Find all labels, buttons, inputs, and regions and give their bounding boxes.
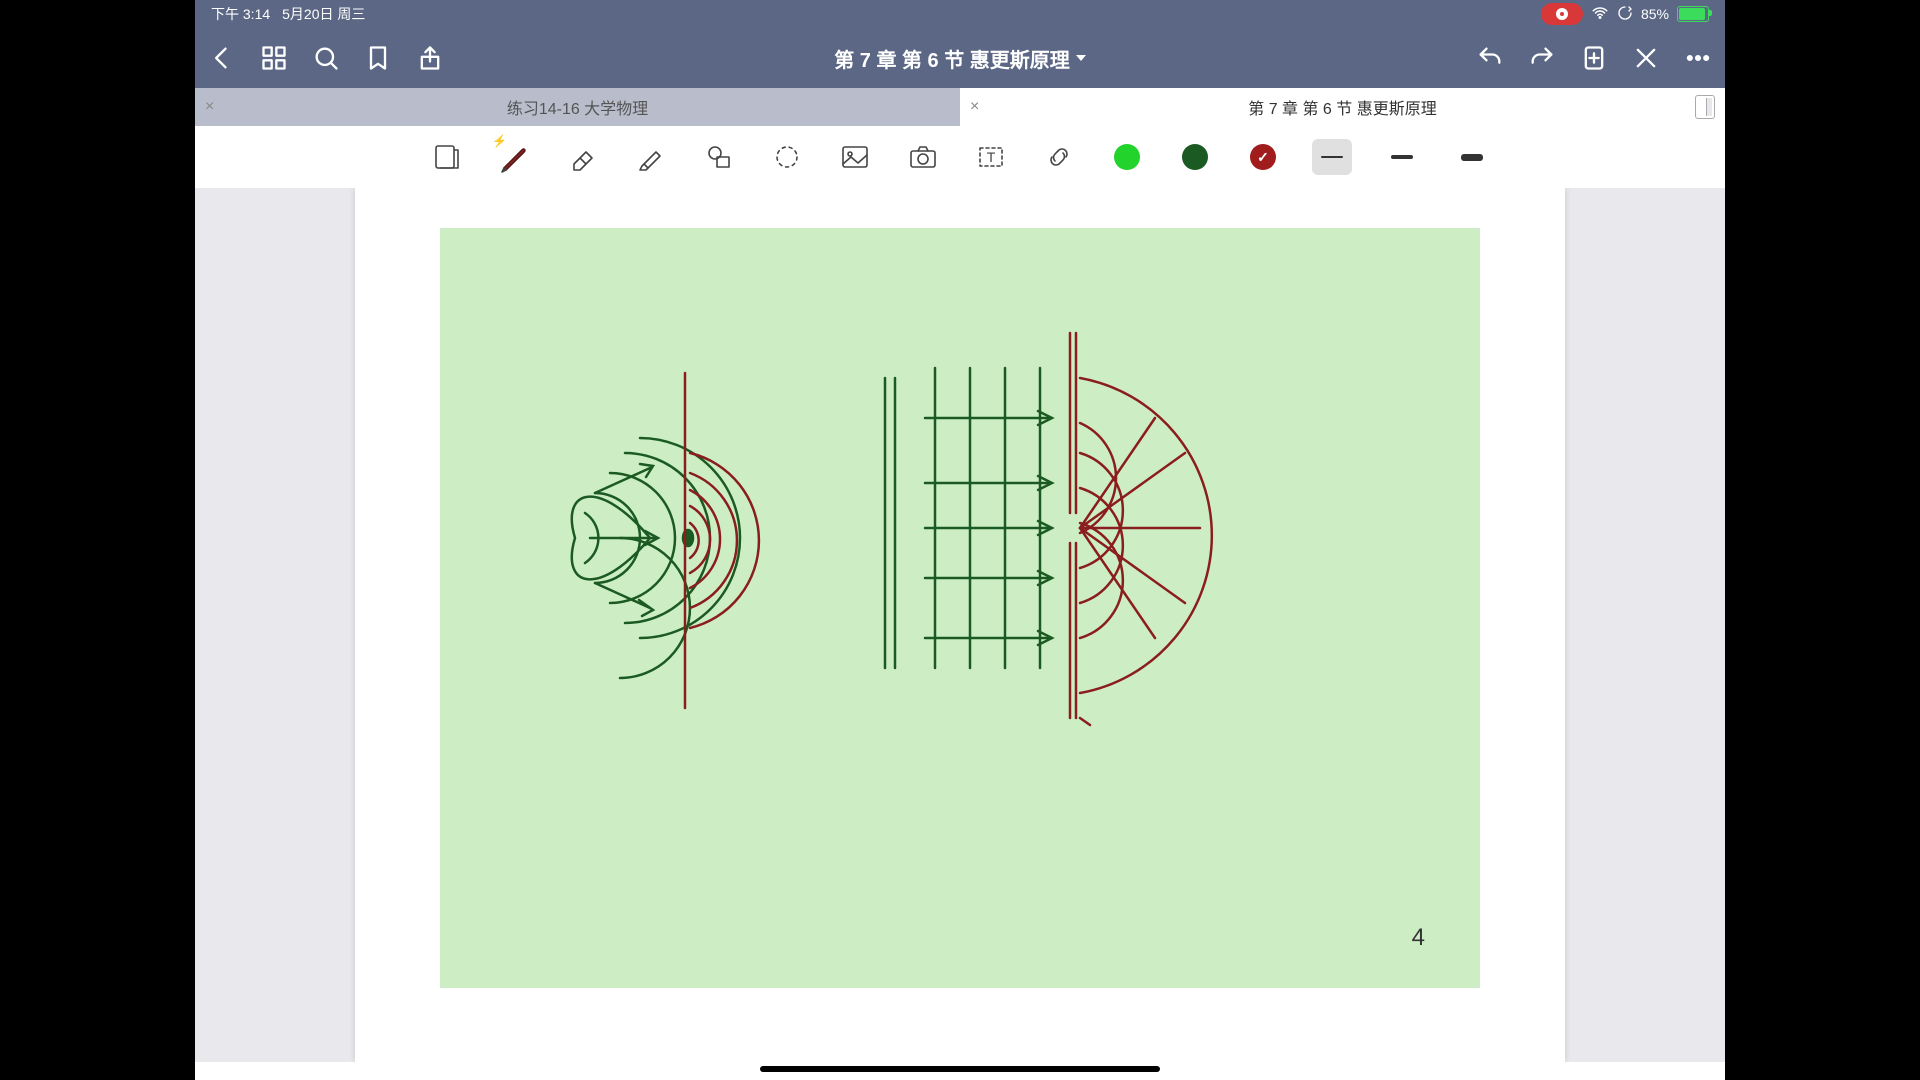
lasso-tool[interactable] bbox=[768, 138, 806, 176]
chevron-down-icon bbox=[1076, 55, 1086, 61]
tab-close-icon[interactable]: × bbox=[970, 98, 979, 116]
color-dark-green[interactable] bbox=[1176, 138, 1214, 176]
handwriting-drawing bbox=[440, 228, 1480, 988]
swatch-icon bbox=[1182, 144, 1208, 170]
pen-tool[interactable]: ⚡ bbox=[496, 138, 534, 176]
search-button[interactable] bbox=[311, 43, 341, 73]
swatch-icon bbox=[1114, 144, 1140, 170]
document-title-dropdown[interactable]: 第 7 章 第 6 节 惠更斯原理 bbox=[834, 44, 1086, 73]
text-tool[interactable]: T bbox=[972, 138, 1010, 176]
camera-tool[interactable] bbox=[904, 138, 942, 176]
document-title: 第 7 章 第 6 节 惠更斯原理 bbox=[834, 44, 1070, 73]
redo-button[interactable] bbox=[1527, 43, 1557, 73]
stroke-preview bbox=[1391, 155, 1413, 159]
image-tool[interactable] bbox=[836, 138, 874, 176]
drawing-toolbar: ⚡ T bbox=[195, 126, 1725, 189]
svg-text:T: T bbox=[987, 149, 996, 165]
add-page-button[interactable] bbox=[1579, 43, 1609, 73]
battery-icon bbox=[1677, 6, 1709, 22]
highlighter-tool[interactable] bbox=[632, 138, 670, 176]
screen-record-indicator[interactable] bbox=[1541, 3, 1583, 25]
canvas-area[interactable]: 4 bbox=[195, 188, 1725, 1062]
status-date: 5月20日 周三 bbox=[282, 4, 365, 24]
swatch-icon bbox=[1250, 144, 1276, 170]
thumbnails-button[interactable] bbox=[259, 43, 289, 73]
link-tool[interactable] bbox=[1040, 138, 1078, 176]
stroke-medium[interactable] bbox=[1382, 139, 1422, 175]
home-indicator[interactable] bbox=[760, 1066, 1160, 1072]
tab-close-icon[interactable]: × bbox=[205, 98, 214, 116]
sidebar-toggle-icon[interactable] bbox=[1695, 95, 1715, 119]
back-button[interactable] bbox=[207, 43, 237, 73]
document-tabs: × 练习14-16 大学物理 × 第 7 章 第 6 节 惠更斯原理 bbox=[195, 88, 1725, 126]
stroke-preview bbox=[1461, 154, 1483, 161]
close-button[interactable] bbox=[1631, 43, 1661, 73]
status-time: 下午 3:14 bbox=[211, 4, 270, 24]
color-dark-red[interactable] bbox=[1244, 138, 1282, 176]
orientation-lock-icon bbox=[1617, 5, 1633, 24]
tab-huygens[interactable]: × 第 7 章 第 6 节 惠更斯原理 bbox=[960, 88, 1725, 126]
page-number: 4 bbox=[1412, 924, 1425, 952]
status-bar: 下午 3:14 5月20日 周三 85% bbox=[195, 0, 1725, 28]
color-bright-green[interactable] bbox=[1108, 138, 1146, 176]
wifi-icon bbox=[1591, 4, 1609, 25]
tab-label: 练习14-16 大学物理 bbox=[507, 95, 648, 119]
battery-percent: 85% bbox=[1641, 6, 1669, 22]
tab-exercise[interactable]: × 练习14-16 大学物理 bbox=[195, 88, 960, 126]
app-nav-bar: 第 7 章 第 6 节 惠更斯原理 bbox=[195, 28, 1725, 88]
slide-background: 4 bbox=[440, 228, 1480, 988]
stroke-preview bbox=[1321, 156, 1343, 158]
share-button[interactable] bbox=[415, 43, 445, 73]
tab-label: 第 7 章 第 6 节 惠更斯原理 bbox=[1248, 95, 1436, 119]
bluetooth-icon: ⚡ bbox=[492, 134, 507, 148]
stroke-thick[interactable] bbox=[1452, 139, 1492, 175]
stroke-thin[interactable] bbox=[1312, 139, 1352, 175]
document-page[interactable]: 4 bbox=[355, 188, 1565, 1062]
more-button[interactable] bbox=[1683, 43, 1713, 73]
bookmark-button[interactable] bbox=[363, 43, 393, 73]
undo-button[interactable] bbox=[1475, 43, 1505, 73]
shape-tool[interactable] bbox=[700, 138, 738, 176]
read-mode-button[interactable] bbox=[428, 138, 466, 176]
eraser-tool[interactable] bbox=[564, 138, 602, 176]
